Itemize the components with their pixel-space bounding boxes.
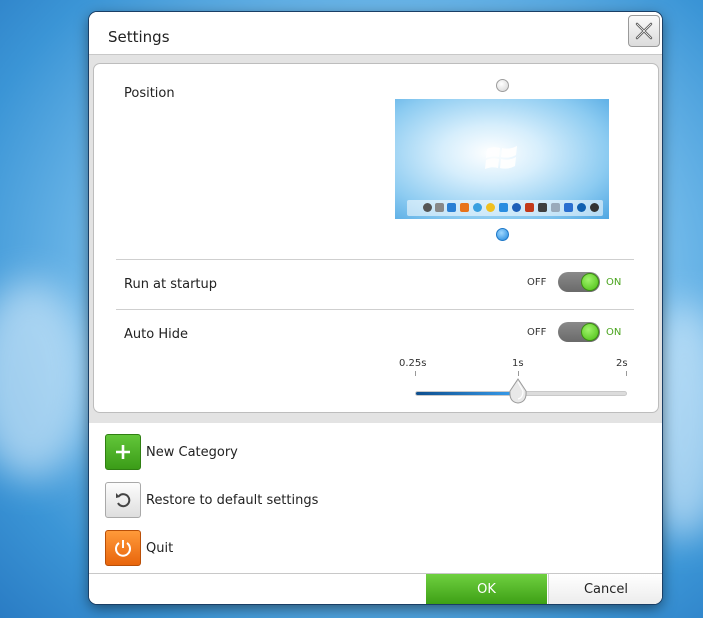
auto-hide-off-label: OFF [527,327,547,338]
toggle-knob [581,323,599,341]
auto-hide-toggle[interactable] [558,322,600,342]
new-category-label: New Category [146,444,238,460]
position-top-radio[interactable] [496,79,509,92]
dock-app-icon [460,203,469,212]
slider-tick [415,371,416,376]
plus-icon [116,445,130,459]
dock-app-icon [564,203,573,212]
slider-fill [416,392,519,395]
dock-app-icon [435,203,444,212]
slider-thumb[interactable] [508,378,528,404]
ok-button[interactable]: OK [426,574,547,604]
dock-app-icon [577,203,586,212]
dock-app-icon [512,203,521,212]
slider-tick-label: 2s [616,358,628,369]
dialog-footer: OK Cancel [89,573,662,604]
slider-tick-label: 1s [512,358,524,369]
power-icon [115,540,131,557]
divider [116,259,634,260]
settings-dialog: Settings Position Run at startup OFF ON … [89,12,662,604]
dock-app-icon [551,203,560,212]
startup-off-label: OFF [527,277,547,288]
dock-app-icon [486,203,495,212]
position-label: Position [124,86,175,101]
dock-app-icon [538,203,547,212]
dock-app-icon [525,203,534,212]
run-at-startup-toggle[interactable] [558,272,600,292]
dock-app-icon [499,203,508,212]
dock-app-icon [447,203,456,212]
divider [116,309,634,310]
slider-tick [518,371,519,376]
settings-panel: Position Run at startup OFF ON Auto Hide… [93,63,659,413]
preview-dock [407,200,603,216]
actions-list: New Category Restore to default settings… [89,423,662,573]
quit-button[interactable]: Quit [105,529,173,567]
dialog-title: Settings [108,28,170,46]
restore-defaults-button[interactable]: Restore to default settings [105,481,318,519]
position-preview [395,99,609,219]
restore-defaults-label: Restore to default settings [146,492,319,508]
new-category-button[interactable]: New Category [105,433,238,471]
cancel-button[interactable]: Cancel [548,574,662,604]
dock-app-icon [590,203,599,212]
close-icon [635,22,653,40]
position-bottom-radio[interactable] [496,228,509,241]
wallpaper-blob [0,280,90,480]
quit-label: Quit [146,540,174,556]
undo-icon-box [105,482,141,518]
windows-logo-icon [485,146,517,169]
close-button[interactable] [628,15,660,47]
startup-on-label: ON [606,277,622,288]
plus-icon-box [105,434,141,470]
dock-app-icon [423,203,432,212]
dock-app-icon [473,203,482,212]
slider-tick [626,371,627,376]
settings-content: Position Run at startup OFF ON Auto Hide… [89,55,662,423]
undo-icon [116,493,131,508]
toggle-knob [581,273,599,291]
power-icon-box [105,530,141,566]
title-bar: Settings [89,12,662,55]
slider-tick-label: 0.25s [399,358,427,369]
auto-hide-on-label: ON [606,327,622,338]
run-at-startup-label: Run at startup [124,277,218,292]
auto-hide-label: Auto Hide [124,327,188,342]
